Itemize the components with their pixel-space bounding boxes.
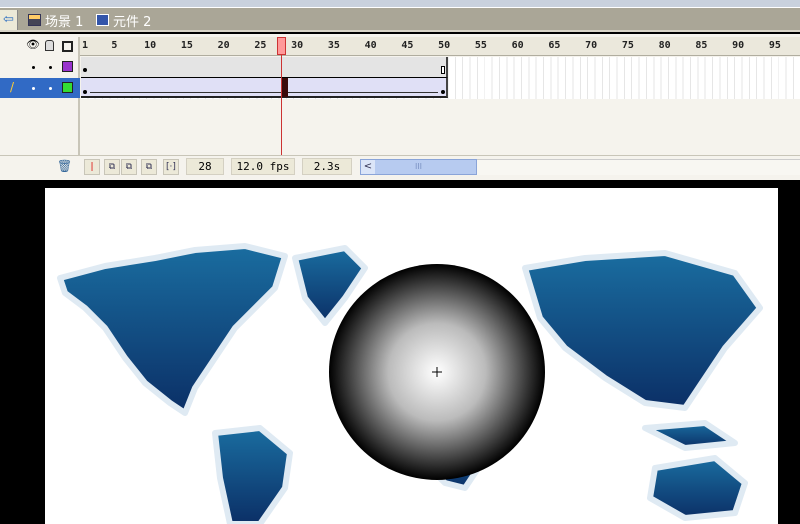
- ruler-label: 25: [254, 40, 267, 51]
- timeline-status-bar: 🗑 | ⧉ ⧉ ⧉ [·] 28 12.0 fps 2.3s < III: [0, 155, 800, 176]
- breadcrumb-scene-1[interactable]: 场景 1: [28, 11, 84, 30]
- europe-asia: [522, 250, 763, 411]
- ruler-label: 5: [111, 40, 118, 51]
- keyframe[interactable]: [441, 90, 445, 94]
- end-frame[interactable]: [441, 66, 445, 74]
- ruler-label: 50: [438, 40, 451, 51]
- ruler-label: 15: [180, 40, 193, 51]
- arrow-left-icon: ⇦: [3, 12, 14, 27]
- window-top-strip: [0, 0, 800, 8]
- ruler-label: 40: [364, 40, 377, 51]
- frame-ruler[interactable]: 1 5 10 15 20 25 30 35 40 45 50 55 60 65 70 75 80 85 90 95: [80, 37, 800, 56]
- elapsed-time-field: 2.3s: [302, 158, 352, 175]
- keyframe[interactable]: [83, 90, 87, 94]
- trash-icon[interactable]: 🗑: [57, 159, 72, 173]
- onion-outline-button[interactable]: ⧉: [121, 159, 137, 175]
- indonesia: [642, 420, 738, 451]
- playhead[interactable]: [277, 37, 287, 55]
- layer-row-selected[interactable]: /: [0, 78, 80, 98]
- lock-icon[interactable]: [45, 40, 54, 51]
- timeline-panel: 👁 / 1 5 10 15 20 25 30 35 40 45 50 55 60 65 70 75 80 85 90…: [0, 34, 800, 180]
- ruler-label: 75: [621, 40, 634, 51]
- edit-bar: ⇦ 场景 1 元件 2: [0, 8, 800, 32]
- lock-dot[interactable]: [49, 66, 52, 69]
- keyframe[interactable]: [83, 68, 87, 72]
- scrollbar-track[interactable]: [477, 159, 800, 175]
- current-frame-field: 28: [186, 158, 224, 175]
- ruler-label: 65: [548, 40, 561, 51]
- pencil-icon: /: [10, 80, 15, 94]
- scroll-grip[interactable]: III: [415, 162, 422, 171]
- layer-header: 👁: [0, 37, 80, 56]
- stage-canvas[interactable]: [45, 188, 778, 524]
- ruler-label: 1: [82, 40, 89, 51]
- eye-icon[interactable]: 👁: [26, 38, 40, 51]
- layer-color-swatch[interactable]: [62, 61, 73, 72]
- breadcrumb-label: 元件 2: [113, 14, 152, 30]
- breadcrumb-symbol-2[interactable]: 元件 2: [96, 11, 152, 30]
- symbol-icon: [96, 14, 109, 26]
- ruler-label: 60: [511, 40, 524, 51]
- layer-color-swatch[interactable]: [62, 82, 73, 93]
- ruler-label: 90: [732, 40, 745, 51]
- ruler-label: 10: [144, 40, 157, 51]
- outline-icon[interactable]: [62, 41, 73, 52]
- layer-row[interactable]: [0, 57, 80, 77]
- modify-markers-button[interactable]: [·]: [163, 159, 179, 175]
- visible-dot[interactable]: [32, 66, 35, 69]
- frame-rate-field[interactable]: 12.0 fps: [231, 158, 295, 175]
- edit-multiple-frames-button[interactable]: ⧉: [141, 159, 157, 175]
- onion-skin-button[interactable]: ⧉: [104, 159, 120, 175]
- ruler-label: 80: [658, 40, 671, 51]
- ruler-label: 35: [327, 40, 340, 51]
- tween-arrow: [90, 92, 438, 93]
- ruler-label: 95: [768, 40, 781, 51]
- horizontal-scrollbar[interactable]: < III: [360, 159, 477, 175]
- ruler-label: 55: [474, 40, 487, 51]
- back-button[interactable]: ⇦: [0, 10, 18, 30]
- south-america: [212, 425, 293, 524]
- layer-2-tween[interactable]: [81, 77, 448, 98]
- layer-panel: 👁 /: [0, 37, 80, 155]
- lock-dot[interactable]: [49, 87, 52, 90]
- ruler-label: 85: [695, 40, 708, 51]
- layer-1-frames[interactable]: [81, 57, 448, 77]
- australia: [647, 455, 748, 521]
- playhead-line: [281, 55, 283, 155]
- visible-dot[interactable]: [32, 87, 35, 90]
- breadcrumb-label: 场景 1: [45, 14, 84, 30]
- ruler-label: 45: [401, 40, 414, 51]
- ruler-label: 20: [217, 40, 230, 51]
- center-frame-button[interactable]: |: [84, 159, 100, 175]
- ruler-label: 70: [585, 40, 598, 51]
- scroll-left-arrow[interactable]: <: [361, 160, 375, 174]
- scene-clapper-icon: [28, 14, 41, 26]
- stage-artwork: [57, 243, 763, 524]
- north-america: [57, 243, 288, 416]
- ruler-label: 30: [291, 40, 304, 51]
